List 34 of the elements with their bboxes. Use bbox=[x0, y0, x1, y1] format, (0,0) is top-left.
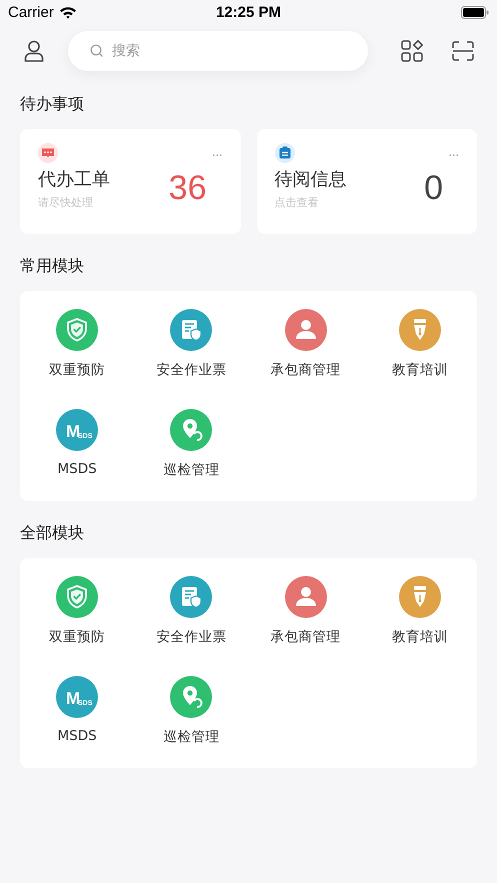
todo-card[interactable]: ··· 待阅信息 点击查看 0 bbox=[256, 129, 477, 234]
module-item[interactable]: 承包商管理 bbox=[248, 309, 363, 379]
card-subtitle: 请尽快处理 bbox=[38, 195, 94, 210]
module-item[interactable]: 双重预防 bbox=[20, 576, 134, 646]
todo-card[interactable]: ··· 代办工单 请尽快处理 36 bbox=[20, 129, 240, 234]
section-title: 待办事项 bbox=[19, 93, 85, 115]
section-title: 全部模块 bbox=[19, 522, 85, 544]
module-item[interactable]: 教育培训 bbox=[362, 309, 477, 379]
carrier-name: Carrier bbox=[8, 4, 54, 21]
count-value: 36 bbox=[168, 169, 206, 208]
more-button[interactable]: ··· bbox=[448, 149, 459, 162]
module-item[interactable]: 安全作业票 bbox=[134, 309, 248, 379]
user-icon[interactable] bbox=[24, 40, 44, 62]
module-item[interactable]: 安全作业票 bbox=[134, 576, 248, 646]
wifi-icon bbox=[58, 6, 77, 19]
chat-icon bbox=[38, 143, 58, 163]
more-button[interactable]: ··· bbox=[212, 149, 222, 162]
module-item[interactable]: 巡检管理 bbox=[134, 676, 248, 746]
module-item[interactable]: 巡检管理 bbox=[134, 409, 248, 479]
module-item[interactable]: 双重预防 bbox=[20, 309, 134, 379]
count-value: 0 bbox=[424, 169, 443, 208]
clipboard-icon bbox=[274, 143, 294, 163]
apps-icon[interactable] bbox=[401, 40, 423, 62]
card-title: 待阅信息 bbox=[274, 168, 346, 191]
module-item[interactable]: 承包商管理 bbox=[248, 576, 363, 646]
section-title: 常用模块 bbox=[19, 255, 85, 277]
search-icon bbox=[90, 44, 104, 58]
status-time: 12:25 PM bbox=[216, 4, 282, 21]
card-subtitle: 点击查看 bbox=[274, 195, 320, 210]
card-title: 代办工单 bbox=[38, 168, 110, 191]
search-field[interactable]: 搜索 bbox=[68, 31, 368, 71]
battery-icon bbox=[460, 6, 489, 19]
scan-icon[interactable] bbox=[452, 41, 474, 61]
module-item[interactable]: 教育培训 bbox=[362, 576, 477, 646]
